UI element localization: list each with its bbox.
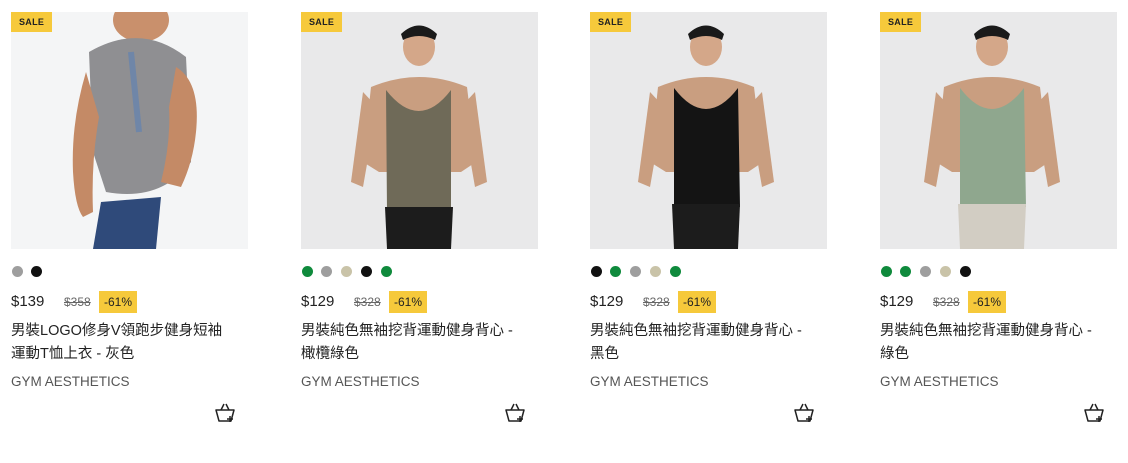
add-to-cart-button[interactable]: [793, 402, 815, 424]
product-title-line: 男裝純色無袖挖背運動健身背心 -: [590, 323, 802, 339]
discount-badge: -61%: [99, 291, 138, 313]
product-card: SALE $129 $328 -61% 男裝純色無袖挖背運動健身背心 - 綠色 G…: [880, 12, 1117, 452]
product-title[interactable]: 男裝LOGO修身V領跑步健身短袖 運動T恤上衣 - 灰色: [11, 320, 248, 366]
product-card: SALE $129 $328 -61% 男裝純色無袖挖背運動健身背心 - 橄欖綠色…: [301, 12, 538, 452]
product-title-line: 橄欖綠色: [301, 346, 359, 362]
sale-price: $129: [590, 293, 624, 310]
sale-badge: SALE: [301, 12, 343, 32]
add-to-cart-button[interactable]: [214, 402, 236, 424]
sale-badge: SALE: [11, 12, 53, 32]
color-swatch[interactable]: [670, 266, 681, 277]
sale-badge: SALE: [880, 12, 922, 32]
color-swatch[interactable]: [650, 266, 661, 277]
product-brand[interactable]: GYM AESTHETICS: [11, 374, 130, 389]
color-swatch[interactable]: [881, 266, 892, 277]
color-swatch[interactable]: [920, 266, 931, 277]
color-swatch[interactable]: [900, 266, 911, 277]
sale-price: $139: [11, 293, 45, 310]
product-title[interactable]: 男裝純色無袖挖背運動健身背心 - 黑色: [590, 320, 827, 366]
add-to-cart-icon: [215, 403, 235, 422]
product-brand[interactable]: GYM AESTHETICS: [301, 374, 420, 389]
product-title[interactable]: 男裝純色無袖挖背運動健身背心 - 綠色: [880, 320, 1117, 366]
color-swatch[interactable]: [31, 266, 42, 277]
product-title-line: 綠色: [880, 346, 909, 362]
product-image[interactable]: SALE: [880, 12, 1117, 249]
product-card: SALE $139 $358 -61% 男裝LOGO修身V領跑步健身短袖 運動T恤…: [11, 12, 248, 452]
original-price: $328: [933, 295, 960, 309]
color-swatch[interactable]: [341, 266, 352, 277]
add-to-cart-button[interactable]: [504, 402, 526, 424]
color-swatch[interactable]: [361, 266, 372, 277]
add-to-cart-icon: [505, 403, 525, 422]
product-brand[interactable]: GYM AESTHETICS: [880, 374, 999, 389]
product-card: SALE $129 $328 -61% 男裝純色無袖挖背運動健身背心 - 黑色 G…: [590, 12, 827, 452]
discount-badge: -61%: [678, 291, 717, 313]
color-swatch[interactable]: [302, 266, 313, 277]
discount-badge: -61%: [968, 291, 1007, 313]
discount-badge: -61%: [389, 291, 428, 313]
product-image[interactable]: SALE: [590, 12, 827, 249]
color-swatch[interactable]: [381, 266, 392, 277]
product-title-line: 運動T恤上衣 - 灰色: [11, 346, 135, 362]
product-image[interactable]: SALE: [11, 12, 248, 249]
color-swatch[interactable]: [321, 266, 332, 277]
add-to-cart-button[interactable]: [1083, 402, 1105, 424]
add-to-cart-icon: [1084, 403, 1104, 422]
product-title-line: 黑色: [590, 346, 619, 362]
product-grid: SALE $139 $358 -61% 男裝LOGO修身V領跑步健身短袖 運動T恤…: [0, 0, 1128, 463]
original-price: $358: [64, 295, 91, 309]
product-title-line: 男裝純色無袖挖背運動健身背心 -: [880, 323, 1092, 339]
sale-price: $129: [301, 293, 335, 310]
product-brand[interactable]: GYM AESTHETICS: [590, 374, 709, 389]
color-swatch[interactable]: [630, 266, 641, 277]
color-swatch[interactable]: [12, 266, 23, 277]
product-title-line: 男裝純色無袖挖背運動健身背心 -: [301, 323, 513, 339]
color-swatch[interactable]: [591, 266, 602, 277]
product-title[interactable]: 男裝純色無袖挖背運動健身背心 - 橄欖綠色: [301, 320, 538, 366]
color-swatch[interactable]: [940, 266, 951, 277]
add-to-cart-icon: [794, 403, 814, 422]
original-price: $328: [643, 295, 670, 309]
sale-price: $129: [880, 293, 914, 310]
color-swatch[interactable]: [960, 266, 971, 277]
original-price: $328: [354, 295, 381, 309]
sale-badge: SALE: [590, 12, 632, 32]
product-image[interactable]: SALE: [301, 12, 538, 249]
product-title-line: 男裝LOGO修身V領跑步健身短袖: [11, 323, 223, 339]
color-swatch[interactable]: [610, 266, 621, 277]
